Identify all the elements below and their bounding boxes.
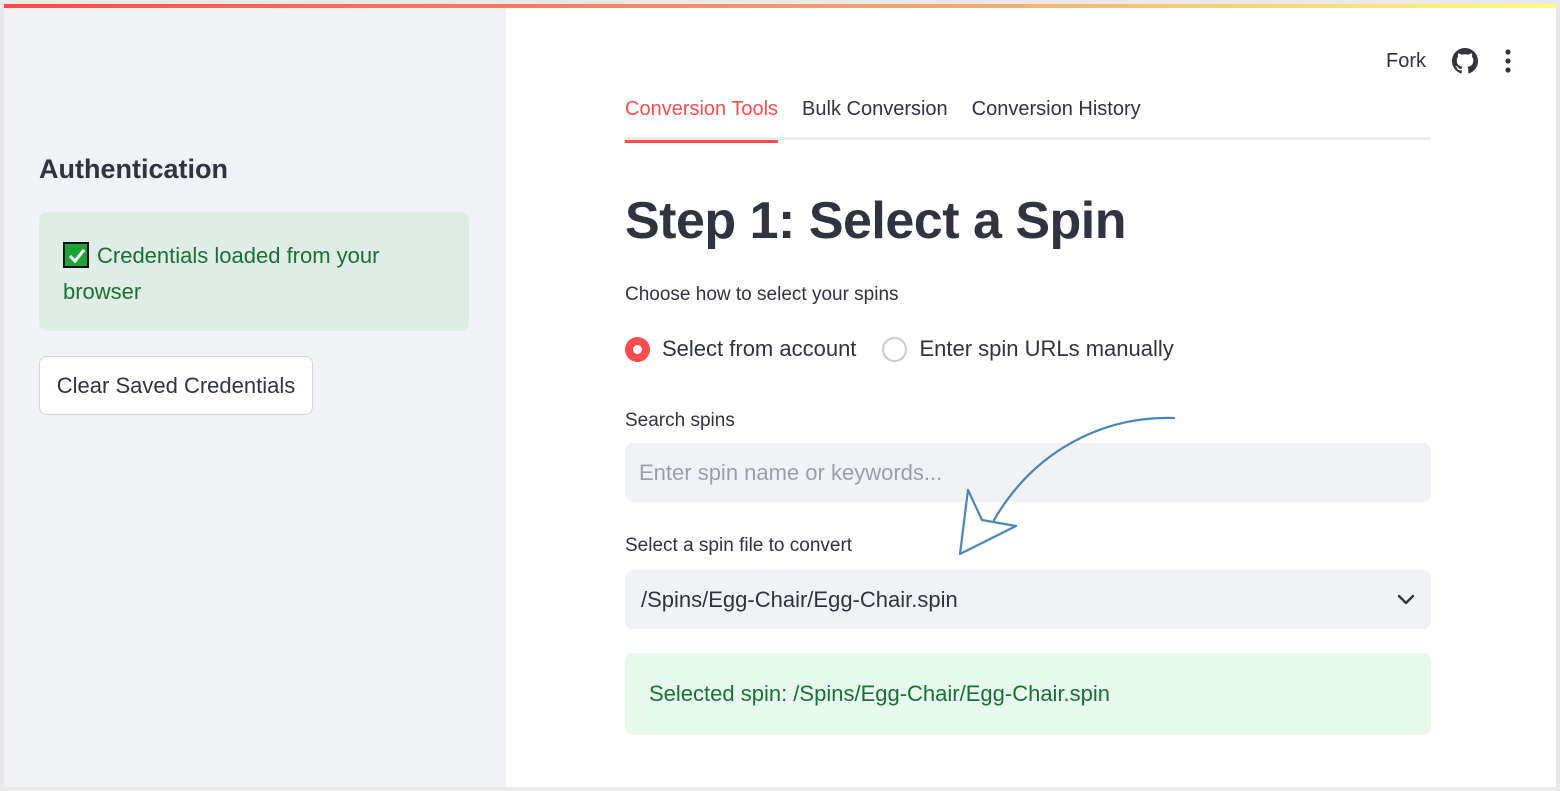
radio-unchecked-icon: [882, 336, 908, 362]
annotation-arrow-icon: [958, 416, 1176, 556]
sidebar: Authentication Credentials loaded from y…: [4, 8, 506, 787]
header-actions: Fork: [1386, 48, 1512, 74]
spin-file-select-value: /Spins/Egg-Chair/Egg-Chair.spin: [641, 586, 958, 612]
radio-label: Enter spin URLs manually: [919, 336, 1174, 361]
selection-method-radio-group: Select from account Enter spin URLs manu…: [625, 336, 1174, 362]
main-content: Fork Conversion Tools Bulk Conversion Co…: [506, 8, 1556, 787]
selection-method-label: Choose how to select your spins: [625, 284, 899, 305]
tab-conversion-history[interactable]: Conversion History: [972, 88, 1141, 140]
radio-checked-icon: [625, 336, 650, 362]
app-frame: Authentication Credentials loaded from y…: [4, 4, 1556, 787]
github-icon[interactable]: [1452, 48, 1478, 74]
check-mark-icon: [63, 242, 89, 268]
page-title: Step 1: Select a Spin: [625, 192, 1127, 250]
credentials-alert: Credentials loaded from your browser: [39, 212, 469, 331]
selected-spin-text: Selected spin: /Spins/Egg-Chair/Egg-Chai…: [649, 681, 1111, 706]
radio-enter-urls-manually[interactable]: Enter spin URLs manually: [882, 336, 1174, 362]
kebab-menu-icon[interactable]: [1504, 48, 1512, 74]
radio-select-from-account[interactable]: Select from account: [625, 336, 856, 362]
credentials-alert-text: Credentials loaded from your browser: [63, 243, 380, 304]
chevron-down-icon: [1397, 594, 1415, 606]
clear-credentials-button[interactable]: Clear Saved Credentials: [39, 356, 313, 415]
sidebar-heading: Authentication: [39, 154, 228, 184]
fork-link[interactable]: Fork: [1386, 50, 1426, 73]
tab-bar: Conversion Tools Bulk Conversion Convers…: [625, 88, 1431, 143]
radio-label: Select from account: [662, 336, 857, 361]
select-spin-label: Select a spin file to convert: [625, 535, 853, 556]
spin-file-select[interactable]: /Spins/Egg-Chair/Egg-Chair.spin: [625, 570, 1431, 629]
search-label: Search spins: [625, 410, 735, 431]
selected-spin-alert: Selected spin: /Spins/Egg-Chair/Egg-Chai…: [625, 653, 1431, 735]
tab-bulk-conversion[interactable]: Bulk Conversion: [802, 88, 948, 140]
tab-conversion-tools[interactable]: Conversion Tools: [625, 88, 779, 143]
